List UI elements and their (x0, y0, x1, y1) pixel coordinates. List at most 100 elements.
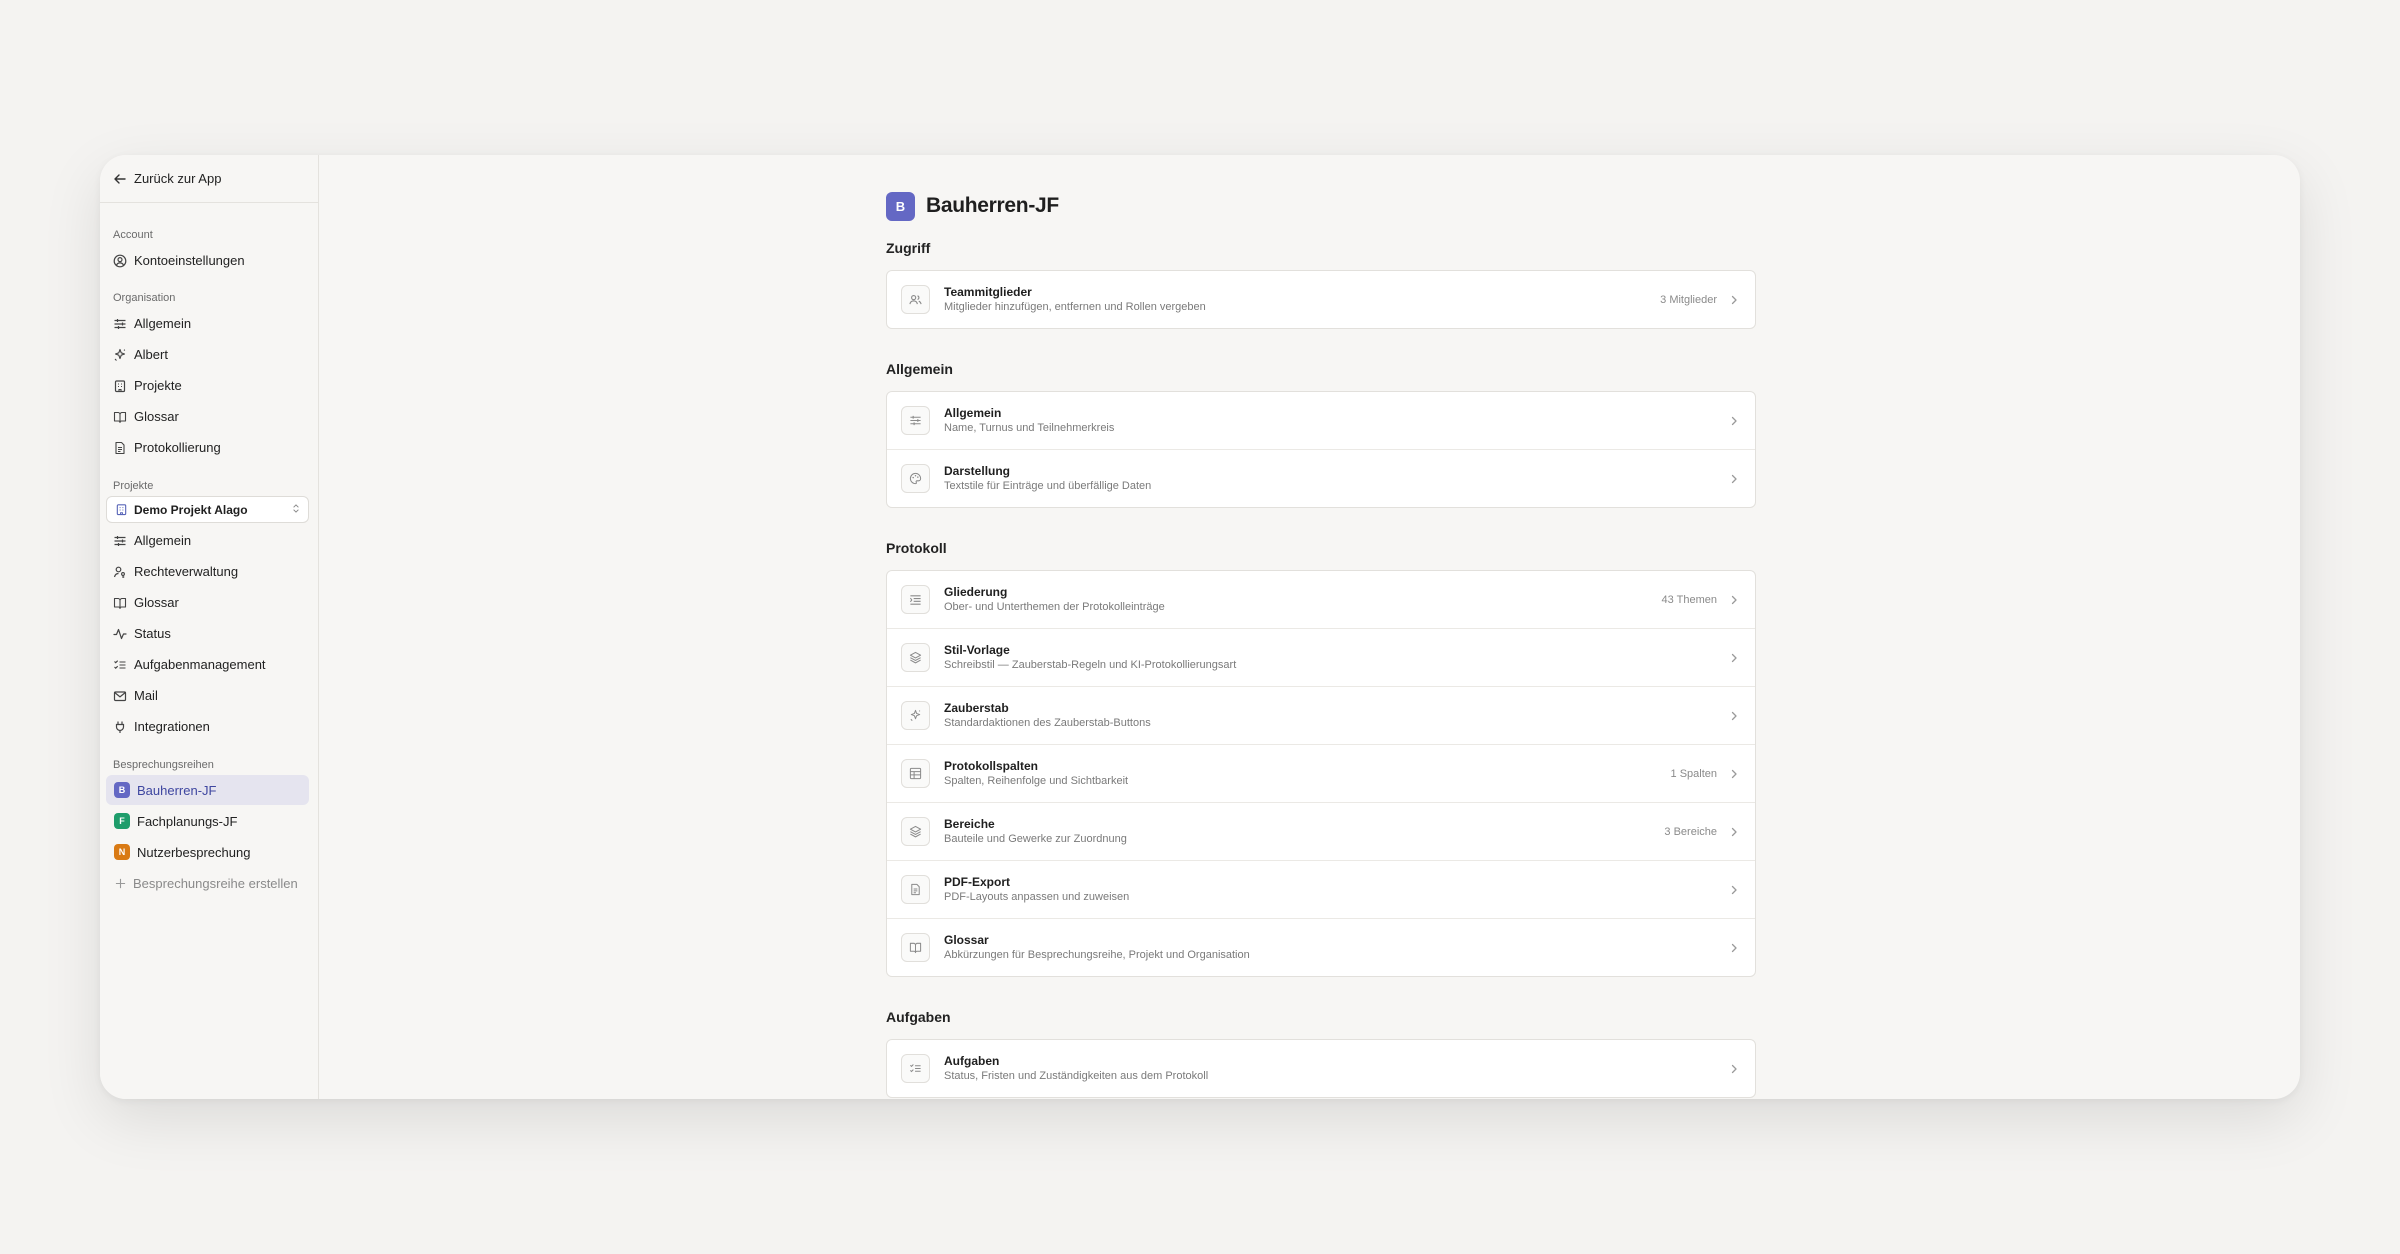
nav-item-label: Kontoeinstellungen (134, 253, 245, 268)
series-label: Bauherren-JF (137, 782, 217, 798)
settings-card: Allgemein Name, Turnus und Teilnehmerkrei… (886, 391, 1756, 508)
user-key-icon (113, 565, 127, 579)
row-subtitle: PDF-Layouts anpassen und zuweisen (944, 891, 1130, 903)
back-to-app-link[interactable]: Zurück zur App (100, 155, 318, 203)
row-subtitle: Spalten, Reihenfolge und Sichtbarkeit (944, 775, 1129, 787)
settings-groups: Zugriff Teammitglieder Mitglieder hinzufüg… (886, 240, 1756, 1098)
create-series-label: Besprechungsreihe erstellen (133, 875, 298, 891)
organisation-section-label: Organisation (113, 292, 176, 304)
table-icon (901, 759, 930, 788)
settings-row-pdf-export[interactable]: PDF-Export PDF-Layouts anpassen und zuwei… (887, 861, 1755, 919)
settings-row-allgemein[interactable]: Allgemein Name, Turnus und Teilnehmerkrei… (887, 392, 1755, 450)
sliders-icon (113, 317, 127, 331)
row-text: Teammitglieder Mitglieder hinzufügen, ent… (944, 284, 1660, 315)
series-nav: B Bauherren-JF F Fachplanungs-JF N Nutzerbesp… (100, 775, 318, 867)
sidebar-project-item-glossar[interactable]: Glossar (100, 587, 318, 618)
row-title: Teammitglieder (944, 285, 1032, 299)
chevron-right-icon (1729, 295, 1739, 305)
book-icon (113, 410, 127, 424)
chevron-right-icon (1729, 595, 1739, 605)
series-item-fachplanungs-jf[interactable]: F Fachplanungs-JF (106, 806, 309, 836)
sidebar-item-kontoeinstellungen[interactable]: Kontoeinstellungen (100, 245, 318, 276)
nav-item-label: Projekte (134, 378, 182, 393)
series-item-nutzerbesprechung[interactable]: N Nutzerbesprechung (106, 837, 309, 867)
settings-card: Gliederung Ober- und Unterthemen der Prot… (886, 570, 1756, 977)
sidebar-org-item-allgemein[interactable]: Allgemein (100, 308, 318, 339)
chevron-right-icon (1729, 416, 1739, 426)
plug-icon (113, 720, 127, 734)
row-text: Protokollspalten Spalten, Reihenfolge und… (944, 758, 1671, 789)
settings-row-bereiche[interactable]: Bereiche Bauteile und Gewerke zur Zuordnu… (887, 803, 1755, 861)
create-series-button[interactable]: Besprechungsreihe erstellen (106, 868, 309, 898)
nav-item-label: Integrationen (134, 719, 210, 734)
sidebar-project-item-rechteverwaltung[interactable]: Rechteverwaltung (100, 556, 318, 587)
page-title: Bauherren-JF (926, 194, 1059, 217)
nav-item-label: Rechteverwaltung (134, 564, 239, 579)
sliders-icon (113, 534, 127, 548)
chevron-right-icon (1729, 711, 1739, 721)
settings-row-aufgaben[interactable]: Aufgaben Status, Fristen und Zuständigkei… (887, 1040, 1755, 1097)
row-count: 43 Themen (1661, 593, 1717, 606)
sidebar-org-item-protokollierung[interactable]: Protokollierung (100, 432, 318, 463)
list-indent-icon (901, 585, 930, 614)
row-text: Stil-Vorlage Schreibstil — Zauberstab-Reg… (944, 642, 1729, 673)
row-count: 3 Bereiche (1664, 825, 1717, 838)
chevron-right-icon (1729, 943, 1739, 953)
users-icon (901, 285, 930, 314)
sidebar-org-item-albert[interactable]: Albert (100, 339, 318, 370)
row-title: Aufgaben (944, 1054, 1000, 1068)
book-icon (901, 933, 930, 962)
settings-row-teammitglieder[interactable]: Teammitglieder Mitglieder hinzufügen, ent… (887, 271, 1755, 328)
main-panel: B Bauherren-JF Zugriff Teammitglieder Mitg… (319, 155, 2300, 1099)
nav-item-label: Glossar (134, 595, 179, 610)
project-nav: Allgemein Rechteverwaltung Glossar Status Au… (100, 525, 318, 742)
building-icon (115, 503, 128, 516)
sidebar-project-item-integrationen[interactable]: Integrationen (100, 711, 318, 742)
settings-row-zauberstab[interactable]: Zauberstab Standardaktionen des Zaubersta… (887, 687, 1755, 745)
row-text: Gliederung Ober- und Unterthemen der Prot… (944, 584, 1662, 615)
project-select[interactable]: Demo Projekt Alago (106, 496, 309, 523)
document-icon (113, 441, 127, 455)
settings-row-gliederung[interactable]: Gliederung Ober- und Unterthemen der Prot… (887, 571, 1755, 629)
sidebar-project-item-status[interactable]: Status (100, 618, 318, 649)
sidebar-project-item-mail[interactable]: Mail (100, 680, 318, 711)
row-subtitle: Abkürzungen für Besprechungsreihe, Proje… (944, 949, 1250, 961)
row-text: Allgemein Name, Turnus und Teilnehmerkrei… (944, 405, 1729, 436)
row-subtitle: Standardaktionen des Zauberstab-Buttons (944, 717, 1151, 729)
sidebar-project-item-allgemein[interactable]: Allgemein (100, 525, 318, 556)
document-icon (901, 875, 930, 904)
settings-row-glossar[interactable]: Glossar Abkürzungen für Besprechungsreihe… (887, 919, 1755, 976)
settings-row-darstellung[interactable]: Darstellung Textstile für Einträge und üb… (887, 450, 1755, 507)
row-text: Bereiche Bauteile und Gewerke zur Zuordnu… (944, 816, 1664, 847)
nav-item-label: Allgemein (134, 533, 192, 548)
series-label: Nutzerbesprechung (137, 844, 251, 860)
row-title: Zauberstab (944, 701, 1009, 715)
nav-item-label: Mail (134, 688, 158, 703)
settings-row-protokollspalten[interactable]: Protokollspalten Spalten, Reihenfolge und… (887, 745, 1755, 803)
section-title: Protokoll (886, 540, 947, 556)
nav-item-label: Albert (134, 347, 168, 362)
back-label: Zurück zur App (134, 171, 222, 186)
chevron-right-icon (1729, 474, 1739, 484)
series-item-bauherren-jf[interactable]: B Bauherren-JF (106, 775, 309, 805)
layers-icon (901, 817, 930, 846)
sidebar-org-item-glossar[interactable]: Glossar (100, 401, 318, 432)
section-title: Aufgaben (886, 1009, 951, 1025)
plus-icon (115, 878, 126, 889)
row-title: Allgemein (944, 406, 1002, 420)
row-count: 3 Mitglieder (1660, 293, 1717, 306)
sliders-icon (901, 406, 930, 435)
account-nav: Kontoeinstellungen (100, 245, 318, 276)
row-title: Bereiche (944, 817, 995, 831)
sidebar-org-item-projekte[interactable]: Projekte (100, 370, 318, 401)
row-text: Aufgaben Status, Fristen und Zuständigkei… (944, 1053, 1729, 1084)
nav-item-label: Aufgabenmanagement (134, 657, 266, 672)
section-title: Allgemein (886, 361, 953, 377)
sidebar-project-item-aufgabenmanagement[interactable]: Aufgabenmanagement (100, 649, 318, 680)
series-label: Fachplanungs-JF (137, 813, 238, 829)
chevron-updown-icon (292, 503, 300, 517)
projects-section-label: Projekte (113, 480, 154, 492)
row-text: Darstellung Textstile für Einträge und üb… (944, 463, 1729, 494)
nav-item-label: Allgemein (134, 316, 192, 331)
settings-row-stil-vorlage[interactable]: Stil-Vorlage Schreibstil — Zauberstab-Reg… (887, 629, 1755, 687)
